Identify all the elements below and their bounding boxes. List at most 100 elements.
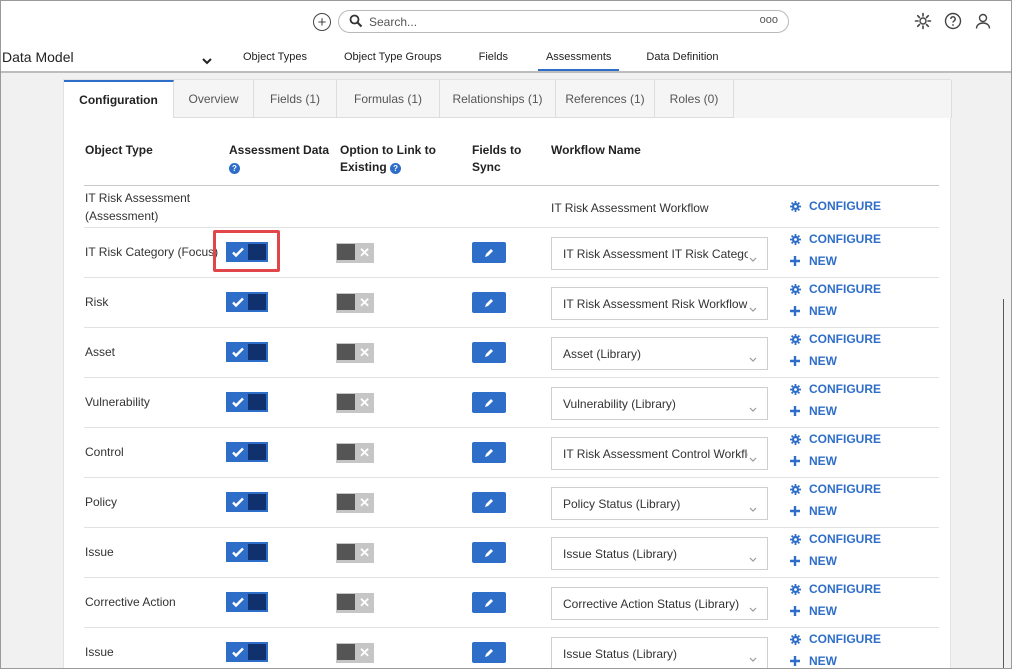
nav-object-type-groups[interactable]: Object Type Groups (344, 41, 442, 71)
tab-formulas[interactable]: Formulas (1) (337, 80, 440, 118)
table-row: Policy ✕ Policy Status (Library) CONFIGURE N… (84, 478, 939, 528)
workflow-select[interactable]: Issue Status (Library) (551, 637, 768, 668)
edit-fields-button[interactable] (472, 292, 506, 313)
link-existing-toggle[interactable]: ✕ (336, 343, 374, 363)
object-type-line1: IT Risk Assessment (85, 191, 191, 205)
workflow-select[interactable]: IT Risk Assessment IT Risk Category Work… (551, 237, 768, 270)
edit-fields-button[interactable] (472, 442, 506, 463)
link-existing-toggle[interactable]: ✕ (336, 543, 374, 563)
header-object-type: Object Type (85, 143, 153, 157)
link-existing-toggle[interactable]: ✕ (336, 643, 374, 663)
nav-assessments[interactable]: Assessments (537, 41, 620, 71)
edit-fields-button[interactable] (472, 242, 506, 263)
configure-button[interactable]: CONFIGURE (790, 280, 881, 298)
nav-title[interactable]: Data Model (2, 49, 74, 65)
configure-button[interactable]: CONFIGURE (790, 580, 881, 598)
assessment-data-toggle[interactable] (226, 592, 268, 612)
link-existing-toggle[interactable]: ✕ (336, 393, 374, 413)
tab-references[interactable]: References (1) (556, 80, 655, 118)
edit-fields-button[interactable] (472, 592, 506, 613)
add-icon[interactable]: + (313, 13, 331, 31)
new-button[interactable]: NEW (790, 602, 881, 620)
plus-icon (790, 605, 804, 617)
edit-fields-button[interactable] (472, 642, 506, 663)
assessment-data-toggle[interactable] (226, 442, 268, 462)
assessment-data-toggle[interactable] (226, 292, 268, 312)
tab-filler (734, 80, 952, 118)
configure-button[interactable]: CONFIGURE (790, 330, 881, 348)
table-row: Asset ✕ Asset (Library) CONFIGURE NEW (84, 328, 939, 378)
configure-button[interactable]: CONFIGURE (790, 380, 881, 398)
workflow-select[interactable]: IT Risk Assessment Control Workflow (551, 437, 768, 470)
table-row: Control ✕ IT Risk Assessment Control Workf… (84, 428, 939, 478)
gear-icon[interactable] (913, 11, 933, 31)
help-icon[interactable]: ? (390, 163, 402, 174)
header-link-existing-line2: Existing (340, 160, 387, 174)
gear-icon (790, 583, 804, 595)
edit-fields-button[interactable] (472, 492, 506, 513)
search-bar[interactable]: ooo (338, 10, 789, 33)
link-existing-toggle[interactable]: ✕ (336, 443, 374, 463)
link-existing-toggle[interactable]: ✕ (336, 293, 374, 313)
tab-configuration[interactable]: Configuration (64, 80, 174, 118)
configure-button[interactable]: CONFIGURE (790, 197, 881, 215)
nav-object-types[interactable]: Object Types (243, 41, 307, 71)
new-button[interactable]: NEW (790, 402, 881, 420)
workflow-select[interactable]: Issue Status (Library) (551, 537, 768, 570)
toggle-knob (248, 494, 266, 510)
help-icon[interactable] (943, 11, 963, 31)
new-button[interactable]: NEW (790, 302, 881, 320)
workflow-select[interactable]: Asset (Library) (551, 337, 768, 370)
link-existing-toggle[interactable]: ✕ (336, 493, 374, 513)
user-icon[interactable] (973, 11, 993, 31)
nav-fields[interactable]: Fields (479, 41, 508, 71)
edit-fields-button[interactable] (472, 392, 506, 413)
search-input[interactable] (369, 13, 749, 30)
search-options-icon[interactable]: ooo (760, 14, 778, 26)
tab-relationships[interactable]: Relationships (1) (440, 80, 556, 118)
assessment-data-toggle[interactable] (226, 642, 268, 662)
table-row: Corrective Action ✕ Corrective Action Stat… (84, 578, 939, 628)
workflow-select[interactable]: Corrective Action Status (Library) (551, 587, 768, 620)
assessment-data-toggle[interactable] (226, 492, 268, 512)
configure-button[interactable]: CONFIGURE (790, 530, 881, 548)
tab-overview[interactable]: Overview (174, 80, 254, 118)
new-label: NEW (809, 254, 837, 268)
tab-fields[interactable]: Fields (1) (254, 80, 337, 118)
link-existing-toggle[interactable]: ✕ (336, 243, 374, 263)
configure-button[interactable]: CONFIGURE (790, 630, 881, 648)
toggle-knob (248, 344, 266, 360)
workflow-select[interactable]: IT Risk Assessment Risk Workflow (551, 287, 768, 320)
help-icon[interactable]: ? (229, 163, 240, 174)
edit-fields-button[interactable] (472, 342, 506, 363)
workflow-select[interactable]: Vulnerability (Library) (551, 387, 768, 420)
chevron-down-icon[interactable] (201, 53, 213, 65)
workflow-select[interactable]: Policy Status (Library) (551, 487, 768, 520)
chevron-down-icon (749, 500, 757, 512)
tab-roles[interactable]: Roles (0) (655, 80, 734, 118)
assessment-data-toggle[interactable] (226, 392, 268, 412)
configure-button[interactable]: CONFIGURE (790, 480, 881, 498)
object-type-cell: Issue (85, 645, 114, 659)
new-button[interactable]: NEW (790, 352, 881, 370)
configure-label: CONFIGURE (809, 532, 881, 546)
nav-data-definition[interactable]: Data Definition (646, 41, 718, 71)
new-button[interactable]: NEW (790, 652, 881, 668)
assessment-data-toggle[interactable] (226, 342, 268, 362)
scrollbar-edge (1003, 299, 1004, 668)
link-existing-toggle[interactable]: ✕ (336, 593, 374, 613)
header-fields-sync-line1: Fields to (472, 143, 522, 157)
row-actions: CONFIGURE NEW (790, 580, 881, 624)
new-button[interactable]: NEW (790, 252, 881, 270)
close-icon: ✕ (359, 245, 370, 260)
new-button[interactable]: NEW (790, 502, 881, 520)
check-icon (231, 545, 245, 559)
edit-fields-button[interactable] (472, 542, 506, 563)
configure-button[interactable]: CONFIGURE (790, 430, 881, 448)
pencil-icon (483, 447, 495, 459)
new-button[interactable]: NEW (790, 452, 881, 470)
configure-button[interactable]: CONFIGURE (790, 230, 881, 248)
new-button[interactable]: NEW (790, 552, 881, 570)
assessment-data-toggle[interactable] (226, 542, 268, 562)
plus-icon (790, 455, 804, 467)
